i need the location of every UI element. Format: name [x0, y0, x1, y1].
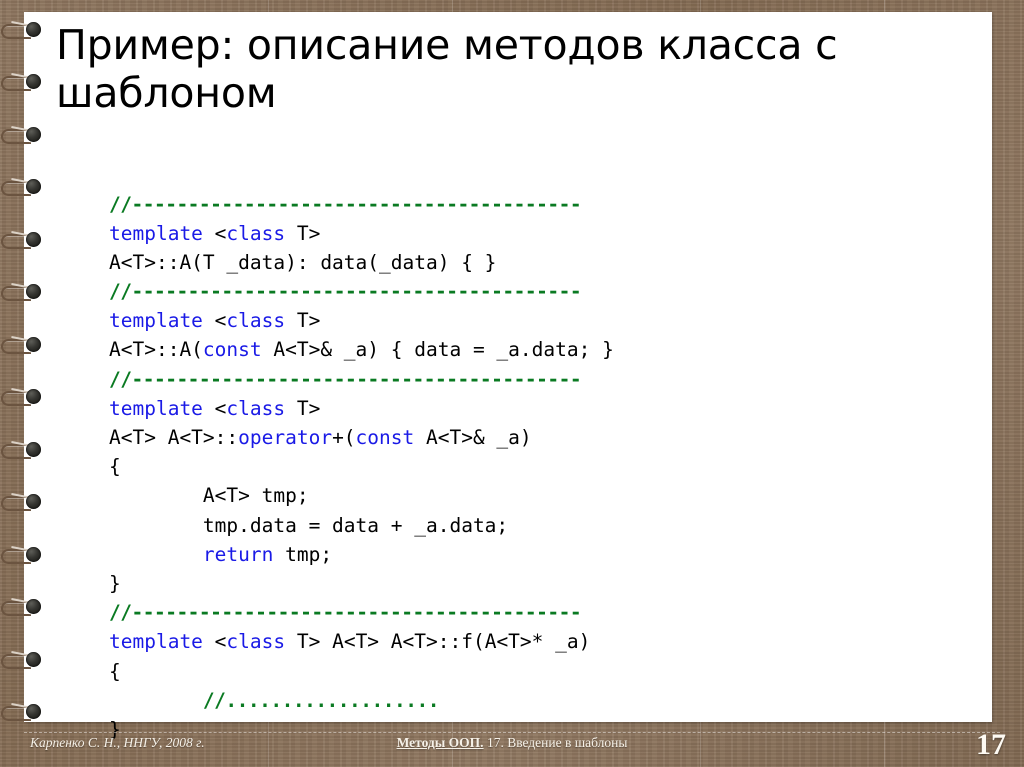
- code-line: template <class T> A<T> A<T>::f(A<T>* _a…: [109, 627, 979, 656]
- code-line: {: [109, 452, 979, 481]
- code-line: A<T>::A(T _data): data(_data) { }: [109, 248, 979, 277]
- code-text: <: [214, 630, 227, 654]
- code-text: tmp;: [273, 542, 333, 566]
- code-text: {: [109, 455, 121, 479]
- code-text: +(: [332, 426, 356, 449]
- code-line: A<T> A<T>::operator+(const A<T>& _a): [109, 423, 979, 452]
- slide-canvas: Пример: описание методов класса с шаблон…: [0, 0, 1024, 767]
- code-comment: //--------------------------------------…: [109, 367, 582, 391]
- code-line: //...................: [109, 686, 979, 715]
- page-title: Пример: описание методов класса с шаблон…: [56, 21, 976, 117]
- code-line: {: [109, 657, 979, 686]
- code-text: T> A<T> A<T>::f(A<T>* _a): [285, 630, 591, 654]
- code-keyword: class: [226, 396, 286, 420]
- code-keyword: const: [355, 426, 415, 449]
- code-text: T>: [285, 309, 321, 333]
- code-text: A<T>::A(: [109, 338, 203, 362]
- code-line: template <class T>: [109, 394, 979, 423]
- code-line: template <class T>: [109, 219, 979, 248]
- code-line: A<T> tmp;: [109, 481, 979, 510]
- code-comment: //--------------------------------------…: [109, 192, 582, 216]
- code-text: A<T>::A(T _data): data(_data) { }: [109, 250, 497, 274]
- code-line: //--------------------------------------…: [109, 190, 979, 219]
- footer-divider: [24, 732, 1000, 733]
- code-text: }: [109, 571, 121, 595]
- code-text: A<T>& _a) { data = _a.data; }: [261, 338, 614, 362]
- code-text: <: [214, 221, 227, 245]
- code-keyword: class: [226, 630, 286, 654]
- code-keyword: const: [202, 338, 262, 362]
- code-comment: //...................: [202, 688, 440, 712]
- code-text: <: [214, 396, 227, 420]
- code-line: A<T>::A(const A<T>& _a) { data = _a.data…: [109, 335, 979, 364]
- code-keyword: template: [109, 396, 215, 420]
- code-text: tmp.data = data + _a.data;: [202, 513, 509, 537]
- footer-course-name: Методы ООП.: [396, 735, 484, 750]
- footer-topic: Методы ООП. 17. Введение в шаблоны: [0, 735, 1024, 751]
- code-keyword: class: [226, 309, 286, 333]
- code-line: }: [109, 569, 979, 598]
- code-block: //--------------------------------------…: [109, 190, 979, 745]
- code-line: return tmp;: [109, 540, 979, 569]
- code-comment: //--------------------------------------…: [109, 601, 582, 625]
- code-line: //--------------------------------------…: [109, 598, 979, 627]
- code-keyword: class: [226, 221, 286, 245]
- slide-footer: Карпенко С. Н., ННГУ, 2008 г. Методы ООП…: [0, 722, 1024, 767]
- code-text: T>: [285, 221, 321, 245]
- notebook-page: Пример: описание методов класса с шаблон…: [24, 12, 992, 741]
- code-keyword: template: [109, 630, 215, 654]
- page-title-line-2: шаблоном: [56, 68, 277, 117]
- code-keyword: operator: [238, 426, 333, 449]
- code-keyword: template: [109, 221, 215, 245]
- code-line: tmp.data = data + _a.data;: [109, 511, 979, 540]
- code-line: //--------------------------------------…: [109, 277, 979, 306]
- code-text: A<T> A<T>::: [109, 426, 239, 449]
- code-line: template <class T>: [109, 306, 979, 335]
- page-title-line-1: Пример: описание методов класса с: [56, 21, 838, 69]
- code-text: T>: [285, 396, 321, 420]
- page-number: 17: [976, 728, 1006, 761]
- code-text: {: [109, 659, 121, 683]
- code-comment: //--------------------------------------…: [109, 280, 582, 304]
- code-text: A<T> tmp;: [202, 484, 309, 508]
- footer-topic-name: 17. Введение в шаблоны: [483, 735, 628, 750]
- code-text: A<T>& _a): [414, 426, 532, 449]
- code-line: //--------------------------------------…: [109, 365, 979, 394]
- code-keyword: return: [202, 542, 274, 566]
- code-keyword: template: [109, 309, 215, 333]
- code-text: <: [214, 309, 227, 333]
